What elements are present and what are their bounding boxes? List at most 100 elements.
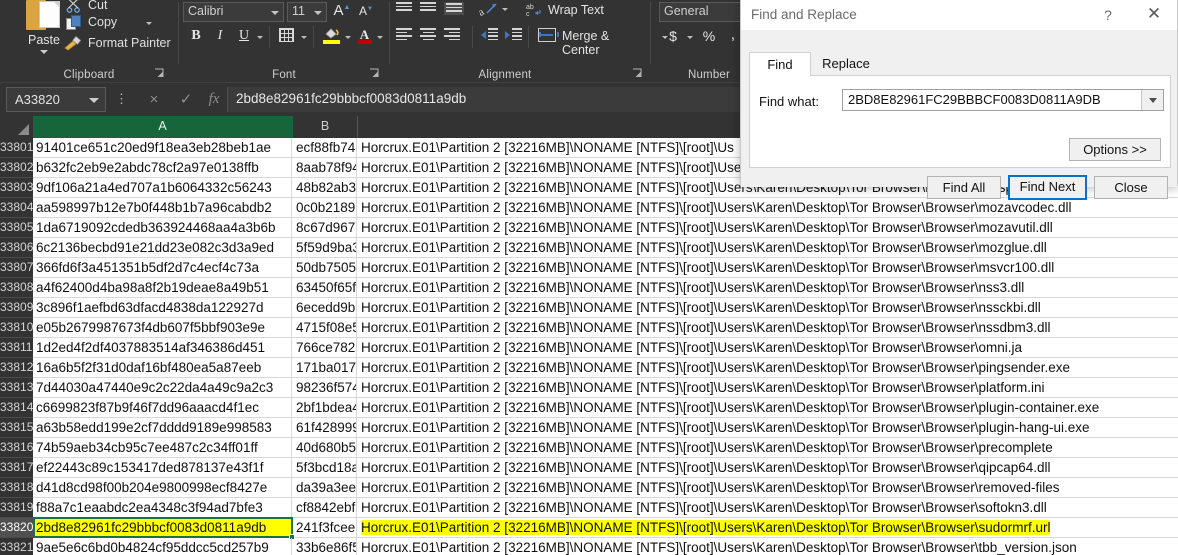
cell-column-a[interactable]: ef22443c89c153417ded878137e43f1f — [33, 458, 292, 477]
underline-button[interactable]: U — [235, 28, 253, 44]
cell-column-a[interactable]: 1da6719092cdedb363924468aa4a3b6b — [33, 218, 292, 237]
row-header[interactable]: 33816 — [0, 438, 33, 458]
chevron-down-icon[interactable] — [314, 11, 322, 15]
increase-indent-icon[interactable] — [505, 28, 522, 41]
row-header[interactable]: 33820 — [0, 518, 33, 538]
copy-button[interactable]: Copy — [62, 13, 172, 33]
borders-dropdown-icon[interactable] — [301, 36, 307, 39]
chevron-down-icon[interactable] — [271, 11, 279, 15]
cell-column-b[interactable]: da39a3ee5 — [293, 478, 357, 497]
cell-column-a[interactable]: 7d44030a47440e9c2c22da4a49c9a2c3 — [33, 378, 292, 397]
table-row[interactable]: c6699823f87b9f46f7dd96aaacd4f1ec 2bf1bdea… — [33, 398, 1178, 418]
font-color-icon[interactable]: A — [357, 26, 372, 44]
name-box[interactable]: A33820 — [6, 87, 106, 112]
increase-font-size-button[interactable]: A▲ — [331, 2, 353, 19]
row-header[interactable]: 33803 — [0, 178, 33, 198]
cell-column-c[interactable]: Horcrux.E01\Partition 2 [32216MB]\NONAME… — [358, 298, 1178, 317]
bold-button[interactable]: B — [187, 28, 205, 44]
row-header[interactable]: 33810 — [0, 318, 33, 338]
format-painter-button[interactable]: Format Painter — [62, 34, 178, 54]
cell-column-a[interactable]: 366fd6f3a451351b5df2d7c4ecf4c73a — [33, 258, 292, 277]
italic-button[interactable]: I — [211, 28, 229, 44]
clipboard-dialog-launcher-icon[interactable] — [154, 68, 166, 80]
chevron-down-icon[interactable] — [40, 50, 48, 54]
table-row[interactable]: ef22443c89c153417ded878137e43f1f 5f3bcd18… — [33, 458, 1178, 478]
row-header[interactable]: 33809 — [0, 298, 33, 318]
orientation-dropdown-icon[interactable] — [502, 8, 508, 11]
accounting-dropdown-icon[interactable] — [687, 36, 693, 39]
cell-column-b[interactable]: 98236f574 — [293, 378, 357, 397]
table-row[interactable]: aa598997b12e7b0f448b1b7a96cabdb2 0c0b2189… — [33, 198, 1178, 218]
row-header[interactable]: 33802 — [0, 158, 33, 178]
cell-column-c[interactable]: Horcrux.E01\Partition 2 [32216MB]\NONAME… — [358, 238, 1178, 257]
cell-column-b[interactable]: ecf88fb74 — [293, 138, 357, 157]
accounting-format-button[interactable]: $ — [665, 28, 681, 44]
table-row[interactable]: 16a6b5f2f31d0daf16bf480ea5a87eeb 171ba017… — [33, 358, 1178, 378]
table-row[interactable]: e05b2679987673f4db607f5bbf903e9e 4715f08e… — [33, 318, 1178, 338]
copy-dropdown-icon[interactable] — [146, 22, 152, 25]
cell-column-c[interactable]: Horcrux.E01\Partition 2 [32216MB]\NONAME… — [358, 338, 1178, 357]
chevron-down-icon[interactable] — [1141, 90, 1163, 110]
table-row[interactable]: 6c2136becbd91e21dd23e082c3d3a9ed 5f59d9ba… — [33, 238, 1178, 258]
table-row[interactable]: 9ae5e6c6bd0b4824cf95ddcc5cd257b9 33b6e86f… — [33, 538, 1178, 555]
cell-column-b[interactable]: 0c0b21891 — [293, 198, 357, 217]
align-right-icon[interactable] — [444, 28, 460, 41]
cell-column-a[interactable]: aa598997b12e7b0f448b1b7a96cabdb2 — [33, 198, 292, 217]
font-color-dropdown-icon[interactable] — [377, 36, 383, 39]
row-header[interactable]: 33813 — [0, 378, 33, 398]
cell-column-a[interactable]: f88a7c1eaabdc2ea4348c3f94ad7bfe3 — [33, 498, 292, 517]
column-header-a[interactable]: A — [33, 116, 293, 138]
cell-column-c[interactable]: Horcrux.E01\Partition 2 [32216MB]\NONAME… — [358, 318, 1178, 337]
row-header[interactable]: 33807 — [0, 258, 33, 278]
percent-format-button[interactable]: % — [701, 28, 717, 44]
row-header[interactable]: 33805 — [0, 218, 33, 238]
fill-color-icon[interactable] — [323, 26, 340, 44]
cell-column-c[interactable]: Horcrux.E01\Partition 2 [32216MB]\NONAME… — [358, 198, 1178, 217]
help-icon[interactable]: ? — [1091, 0, 1125, 30]
merge-center-label[interactable]: Merge & Center — [562, 29, 650, 57]
align-center-icon[interactable] — [420, 28, 436, 41]
table-row[interactable]: 74b59aeb34cb95c7ee487c2c34ff01ff 40d680b5… — [33, 438, 1178, 458]
options-button[interactable]: Options >> — [1069, 138, 1161, 161]
row-header[interactable]: 33814 — [0, 398, 33, 418]
cell-column-a[interactable]: 6c2136becbd91e21dd23e082c3d3a9ed — [33, 238, 292, 257]
align-middle-icon[interactable] — [420, 2, 436, 15]
cell-column-b[interactable]: 40d680b56 — [293, 438, 357, 457]
decrease-font-size-button[interactable]: A▼ — [355, 4, 377, 18]
align-bottom-icon[interactable] — [444, 2, 464, 15]
table-row[interactable]: f88a7c1eaabdc2ea4348c3f94ad7bfe3 cf8842eb… — [33, 498, 1178, 518]
cell-column-b[interactable]: 50db75052 — [293, 258, 357, 277]
table-row[interactable]: 3c896f1aefbd63dfacd4838da122927d 6ecedd9b… — [33, 298, 1178, 318]
row-header[interactable]: 33808 — [0, 278, 33, 298]
cell-column-b[interactable]: 33b6e86f5 — [293, 538, 357, 555]
cell-column-c[interactable]: Horcrux.E01\Partition 2 [32216MB]\NONAME… — [358, 478, 1178, 497]
row-header[interactable]: 33815 — [0, 418, 33, 438]
orientation-icon[interactable]: a — [476, 0, 500, 20]
font-name-combobox[interactable]: Calibri — [183, 2, 284, 22]
cell-column-b[interactable]: 8aab78f94 — [293, 158, 357, 177]
select-all-corner[interactable] — [0, 116, 33, 138]
cell-column-c[interactable]: Horcrux.E01\Partition 2 [32216MB]\NONAME… — [358, 258, 1178, 277]
cell-column-b[interactable]: 8c67d9671 — [293, 218, 357, 237]
alignment-dialog-launcher-icon[interactable] — [632, 68, 644, 80]
row-header[interactable]: 33801 — [0, 138, 33, 158]
row-header[interactable]: 33812 — [0, 358, 33, 378]
cell-column-a[interactable]: b632fc2eb9e2abdc78cf2a97e0138ffb — [33, 158, 292, 177]
cell-column-a[interactable]: e05b2679987673f4db607f5bbf903e9e — [33, 318, 292, 337]
cell-column-c[interactable]: Horcrux.E01\Partition 2 [32216MB]\NONAME… — [358, 378, 1178, 397]
find-what-input[interactable]: 2BD8E82961FC29BBBCF0083D0811A9DB — [842, 89, 1164, 111]
cell-column-b[interactable]: 61f428999 — [293, 418, 357, 437]
more-options-icon[interactable]: ⋮ — [115, 91, 128, 107]
row-header[interactable]: 33821 — [0, 538, 33, 555]
cell-column-a[interactable]: 1d2ed4f2df4037883514af346386d451 — [33, 338, 292, 357]
cell-column-c[interactable]: Horcrux.E01\Partition 2 [32216MB]\NONAME… — [358, 358, 1178, 377]
cell-column-a[interactable]: 9ae5e6c6bd0b4824cf95ddcc5cd257b9 — [33, 538, 292, 555]
table-row[interactable]: 7d44030a47440e9c2c22da4a49c9a2c3 98236f57… — [33, 378, 1178, 398]
cell-column-a[interactable]: d41d8cd98f00b204e9800998ecf8427e — [33, 478, 292, 497]
cell-column-b[interactable]: 241f3fcee — [293, 518, 357, 537]
active-cell-selection[interactable] — [33, 517, 293, 538]
cell-column-a[interactable]: 3c896f1aefbd63dfacd4838da122927d — [33, 298, 292, 317]
tab-replace[interactable]: Replace — [811, 52, 881, 76]
row-header[interactable]: 33804 — [0, 198, 33, 218]
tab-find[interactable]: Find — [749, 52, 811, 76]
